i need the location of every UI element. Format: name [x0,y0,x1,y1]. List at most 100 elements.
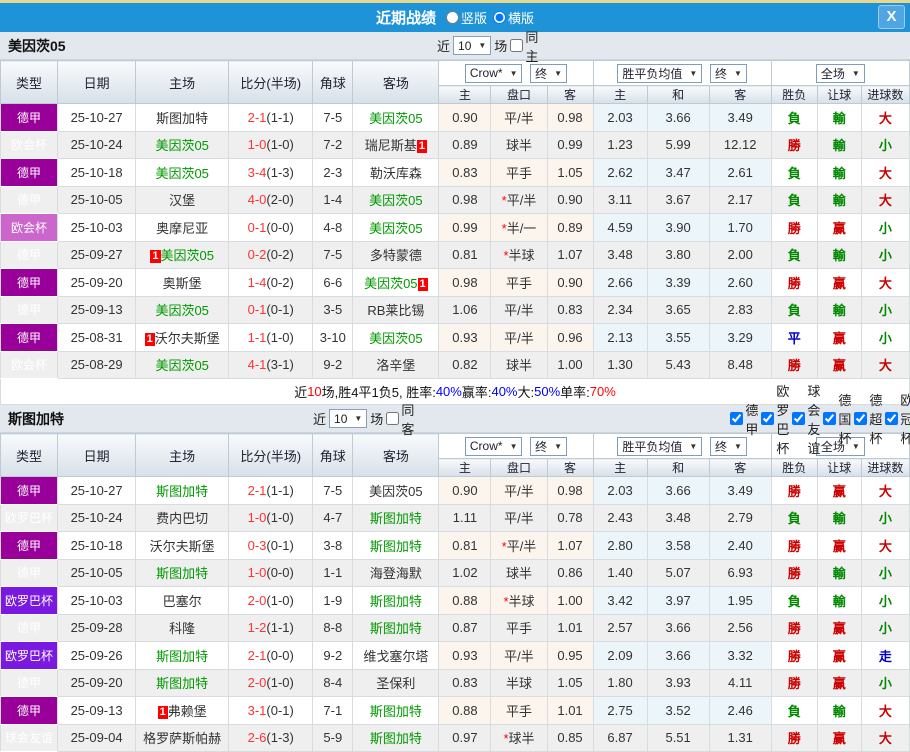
team-name-text: 格罗萨斯帕赫 [143,731,222,747]
away-team-cell: 圣保利 [352,668,440,697]
odds-away-value: 0.85 [546,723,594,752]
avg-draw-value: 5.07 [646,558,710,587]
result-wdl: 勝 [770,476,818,505]
team-name-text: 美因茨05 [369,330,423,346]
league-checkbox[interactable] [792,412,806,425]
result-wdl: 負 [770,503,818,532]
league-checkbox[interactable] [761,412,775,425]
avg-home-value: 2.66 [592,268,648,297]
full-time-score: 2-1 [247,109,267,125]
odds-home-value: 1.06 [438,295,492,324]
home-team-cell: 沃尔夫斯堡 [135,531,230,560]
league-filter[interactable]: 德超杯 [854,390,882,447]
away-team-cell: 维戈塞尔塔 [352,641,440,670]
result-wdl: 勝 [770,531,818,560]
home-team-cell: 汉堡 [135,185,230,214]
score-cell: 2-1(1-1) [228,103,314,132]
full-time-score: 1-4 [247,274,267,290]
col-date: 日期 [57,60,137,104]
same-venue-checkbox[interactable] [386,412,400,425]
result-wdl: 勝 [770,613,818,642]
avg-draw-value: 3.67 [646,185,710,214]
result-handicap: 赢 [816,323,862,352]
team-name-text: 奥斯堡 [162,275,202,291]
match-date: 25-08-31 [57,323,137,352]
league-checkbox[interactable] [854,412,868,425]
result-handicap: 輸 [816,240,862,269]
corner-count: 3-10 [312,323,354,352]
odds-away-value: 0.99 [546,130,594,159]
games-count-value: 10 [458,38,472,53]
col-avg-home: 主 [592,85,648,104]
result-wdl: 勝 [770,130,818,159]
corner-count: 3-5 [312,295,354,324]
league-type-cell: 德甲 [0,476,59,505]
col-type: 类型 [0,60,59,104]
match-row: 德甲 25-09-20 奥斯堡 1-4(0-2) 6-6 美因茨05 1 0.98 平手 0.90… [0,268,910,297]
odds-home-value: 0.98 [438,268,492,297]
odds-away-value: 1.05 [546,158,594,187]
league-checkbox[interactable] [823,412,837,425]
league-checkbox[interactable] [730,412,744,425]
odds-away-value: 0.95 [546,641,594,670]
league-type-cell: 欧会杯 [0,350,59,379]
team-name-text: 费内巴切 [156,511,209,527]
match-row: 球会友谊 25-09-04 格罗萨斯帕赫 2-6(1-3) 5-9 斯图加特 0.97 *球半… [0,723,910,752]
league-filter[interactable]: 欧冠杯 [885,390,910,447]
match-date: 25-08-29 [57,350,137,379]
col-avg-away: 客 [708,85,772,104]
odds-handicap-value: *球半 [490,723,548,752]
result-wdl: 勝 [770,213,818,242]
handicap-text: 球半 [505,566,532,582]
odds-handicap-value: 平手 [490,696,548,725]
same-venue-checkbox[interactable] [510,39,524,52]
match-row: 德甲 25-10-27 斯图加特 2-1(1-1) 7-5 美因茨05 0.90 平/半 0.9… [0,103,910,132]
league-type-cell: 德甲 [0,268,59,297]
half-time-score: (0-0) [266,647,294,663]
team-name-text: 斯图加特 [369,621,422,637]
league-type-cell: 欧罗巴杯 [0,586,59,615]
dialog-title: 近期战绩 [375,10,436,27]
league-filter[interactable]: 德国杯 [823,390,851,447]
result-handicap: 輸 [816,558,862,587]
league-filter[interactable]: 欧罗巴杯 [761,381,789,457]
games-count-select[interactable]: 10 ▼ [453,36,492,55]
same-venue-filter[interactable]: 同主 [510,27,538,65]
handicap-text: 平/半 [506,538,537,554]
odds-home-value: 0.82 [438,350,492,379]
score-cell: 2-1(0-0) [228,641,314,670]
league-type-cell: 德甲 [0,531,59,560]
col-avg-draw: 和 [646,458,710,477]
avg-away-value: 2.83 [708,295,772,324]
same-venue-filter[interactable]: 同客 [386,400,414,438]
card-badge: 1 [416,140,427,154]
team-name-text: 美因茨05 [369,220,423,236]
score-cell: 3-1(0-1) [228,696,314,725]
avg-draw-value: 3.66 [646,641,710,670]
away-team-cell: 勒沃库森 [352,158,440,187]
league-filter[interactable]: 球会友谊 [792,381,820,457]
away-team-cell: 斯图加特 [352,613,440,642]
league-type-cell: 德甲 [0,613,59,642]
games-count-select[interactable]: 10 ▼ [329,409,368,428]
odds-away-value: 0.78 [546,503,594,532]
section-stuttgart: 斯图加特 近 10 ▼ 场 同客 德甲 欧罗巴杯 球会友谊 德国杯 德超杯 欧冠杯 类型 [0,384,910,752]
avg-home-value: 1.80 [592,668,648,697]
away-team-cell: 美因茨05 1 [352,268,440,297]
avg-away-value: 2.40 [708,531,772,560]
odds-home-value: 0.98 [438,185,492,214]
match-row: 德甲 25-09-13 美因茨05 0-1(0-1) 3-5 RB莱比锡 1.06 平/半 0.… [0,295,910,324]
half-time-score: (0-2) [266,247,294,263]
away-team-cell: 斯图加特 [352,723,440,752]
avg-away-value: 2.60 [708,268,772,297]
odds-away-value: 0.90 [546,268,594,297]
full-time-score: 2-6 [247,730,267,746]
odds-handicap-value: *半/一 [490,213,548,242]
card-badge: 1 [150,250,161,264]
score-cell: 2-0(1-0) [228,668,314,697]
result-goals: 大 [860,723,910,752]
league-filter[interactable]: 德甲 [730,400,758,438]
card-badge: 1 [157,705,168,719]
league-checkbox[interactable] [885,412,899,425]
half-time-score: (1-0) [266,510,294,526]
